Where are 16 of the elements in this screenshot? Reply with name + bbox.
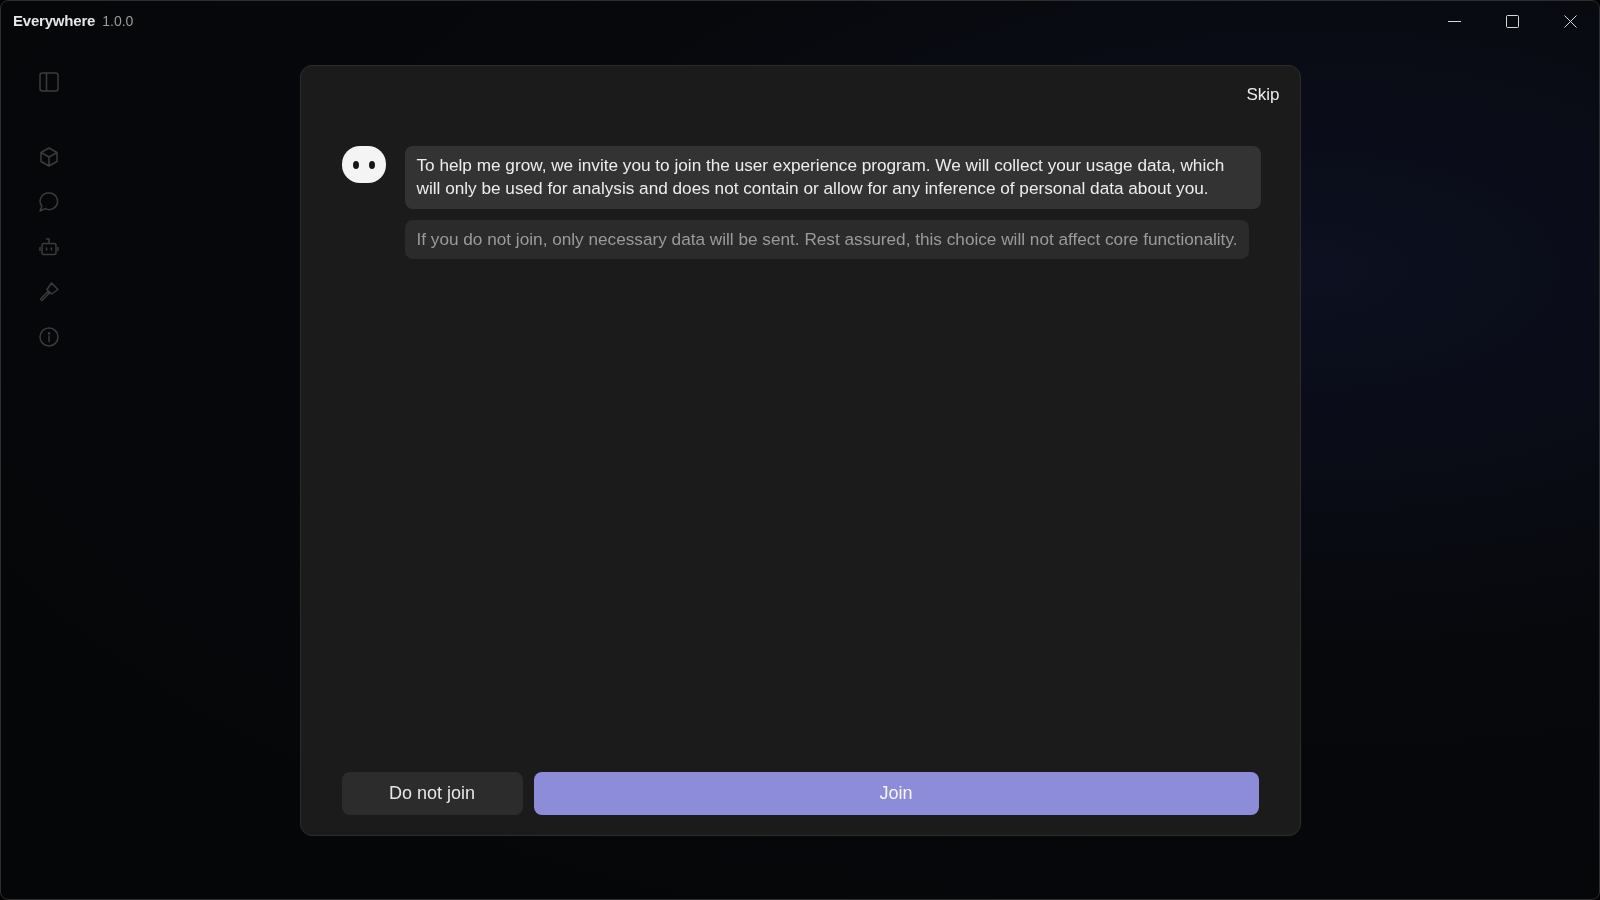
maximize-icon[interactable] bbox=[1505, 14, 1519, 28]
robot-icon[interactable] bbox=[39, 237, 59, 257]
mascot-avatar-icon bbox=[341, 145, 386, 183]
panel-icon[interactable] bbox=[39, 72, 59, 92]
decline-button[interactable]: Do not join bbox=[341, 771, 523, 815]
skip-button[interactable]: Skip bbox=[1238, 78, 1288, 111]
note-bubble: If you do not join, only necessary data will be sent. Rest assured, this choice will not affect core functionality. bbox=[404, 219, 1250, 259]
minimize-icon[interactable] bbox=[1447, 20, 1461, 22]
message-bubble: To help me grow, we invite you to join the user experience program. We will collect your usage data, which will only be used for analysis and does not contain or allow for any inference of personal data about you. bbox=[404, 145, 1261, 209]
chat-bubble-icon[interactable] bbox=[39, 192, 59, 212]
hammer-icon[interactable] bbox=[39, 282, 59, 302]
info-icon[interactable] bbox=[39, 327, 59, 347]
close-icon[interactable] bbox=[1563, 14, 1577, 28]
app-title: Everywhere bbox=[13, 10, 96, 31]
app-version: 1.0.0 bbox=[102, 11, 134, 31]
cube-icon[interactable] bbox=[39, 147, 59, 167]
